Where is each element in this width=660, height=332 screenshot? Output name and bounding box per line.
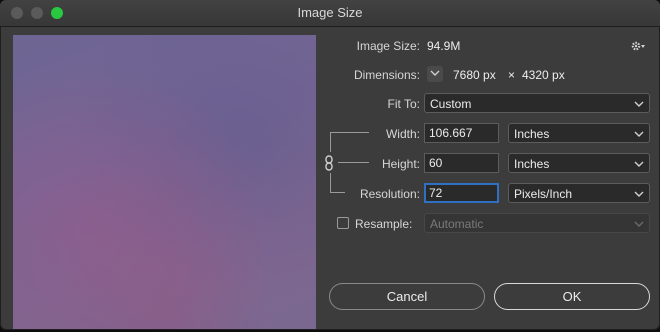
- dimensions-width-value: 7680 px: [453, 68, 496, 82]
- resample-label: Resample:: [355, 217, 413, 231]
- resolution-input[interactable]: 72: [424, 183, 499, 203]
- height-input[interactable]: 60: [424, 153, 499, 173]
- width-unit-value: Inches: [514, 127, 550, 141]
- dimensions-units-dropdown[interactable]: [427, 66, 443, 82]
- chevron-down-icon: [634, 124, 644, 150]
- fit-to-value: Custom: [430, 97, 472, 111]
- chevron-down-icon: [634, 154, 644, 180]
- image-size-dialog: Image Size Image Size: 94.9M Dimensions:…: [0, 0, 660, 330]
- dimensions-label: Dimensions:: [353, 68, 420, 82]
- fit-to-label: Fit To:: [387, 97, 420, 111]
- image-preview[interactable]: [13, 35, 316, 329]
- chevron-down-icon: [430, 70, 440, 76]
- title-bar: Image Size: [0, 0, 660, 27]
- width-unit-select[interactable]: Inches: [508, 123, 650, 143]
- ok-button[interactable]: OK: [494, 283, 650, 310]
- dialog-title: Image Size: [297, 5, 363, 20]
- image-size-label: Image Size:: [356, 39, 420, 53]
- resolution-unit-select[interactable]: Pixels/Inch: [508, 183, 650, 203]
- resolution-unit-value: Pixels/Inch: [514, 187, 573, 201]
- height-unit-value: Inches: [514, 157, 550, 171]
- fit-to-select[interactable]: Custom: [424, 93, 650, 113]
- dimensions-times: ×: [508, 68, 516, 82]
- image-size-value: 94.9M: [427, 39, 461, 53]
- resample-method-value: Automatic: [430, 217, 484, 231]
- chevron-down-icon: [634, 214, 644, 240]
- chevron-down-icon: [634, 94, 644, 120]
- width-label: Width:: [385, 127, 420, 141]
- gear-icon[interactable]: [631, 40, 647, 55]
- width-input[interactable]: 106.667: [424, 123, 499, 143]
- height-label: Height:: [381, 157, 420, 171]
- resample-checkbox[interactable]: [337, 217, 349, 229]
- resolution-label: Resolution:: [359, 187, 420, 201]
- resample-method-select[interactable]: Automatic: [424, 213, 650, 233]
- chevron-down-icon: [634, 184, 644, 210]
- dimensions-height-value: 4320 px: [522, 68, 565, 82]
- cancel-button[interactable]: Cancel: [329, 283, 485, 310]
- height-unit-select[interactable]: Inches: [508, 153, 650, 173]
